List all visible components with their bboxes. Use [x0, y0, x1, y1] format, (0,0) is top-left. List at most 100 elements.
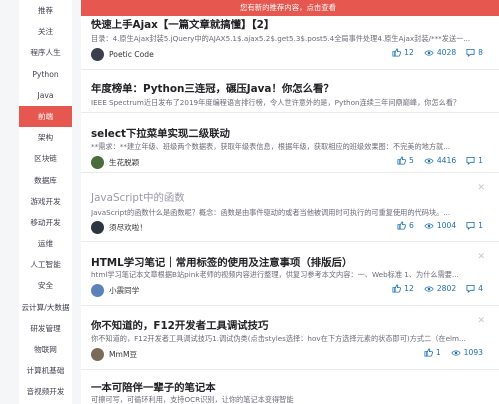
article-stats: 6 1004 1: [387, 221, 483, 230]
like-count[interactable]: 12: [392, 48, 414, 57]
sidebar-item-iot[interactable]: 物联网: [19, 339, 72, 360]
sidebar-item-cs-basics[interactable]: 计算机基础: [19, 360, 72, 381]
comment-count[interactable]: 1: [466, 221, 483, 230]
view-count: 1093: [451, 348, 483, 357]
avatar: [91, 47, 104, 61]
avatar: [91, 283, 104, 297]
sidebar-item-recommend[interactable]: 推荐: [19, 0, 72, 21]
comment-icon: [466, 156, 475, 165]
eye-icon: [451, 349, 461, 356]
comment-count[interactable]: 4: [466, 284, 483, 293]
like-count-value: 1: [435, 348, 441, 357]
article-stats: 12 4028 8: [382, 48, 483, 57]
close-icon[interactable]: ✕: [477, 316, 485, 326]
sidebar-nav: 推荐 关注 程序人生 Python Java 前端 架构 区块链 数据库 游戏开…: [19, 0, 72, 404]
comment-count-value: 1: [478, 156, 483, 165]
view-count-value: 4028: [436, 48, 457, 57]
article-item: 快速上手Ajax【一篇文章就搞懂】【2】 目录：4.原生Ajax封装5.jQue…: [81, 12, 499, 70]
article-author[interactable]: MmM豆: [91, 347, 137, 361]
thumb-up-icon: [424, 348, 433, 357]
like-count[interactable]: 1: [424, 348, 441, 357]
article-title[interactable]: select下拉菜单实现二级联动: [91, 125, 230, 140]
eye-icon: [424, 222, 434, 229]
sidebar-item-cloud-bigdata[interactable]: 云计算/大数据: [19, 297, 72, 318]
sidebar-item-architecture[interactable]: 架构: [19, 127, 72, 148]
article-author[interactable]: Poetic Code: [91, 47, 154, 61]
like-count-value: 6: [408, 221, 414, 230]
like-count-value: 12: [404, 48, 414, 57]
sidebar-item-database[interactable]: 数据库: [19, 170, 72, 191]
sidebar-item-mobile-dev[interactable]: 移动开发: [19, 212, 72, 233]
comment-icon: [466, 48, 475, 57]
article-title[interactable]: HTML学习笔记｜常用标签的使用及注意事项（排版后）: [91, 254, 352, 269]
close-icon[interactable]: ✕: [477, 252, 485, 262]
article-item: ✕ 你不知道的，F12开发者工具调试技巧 你不知道的，F12开发者工具调试技巧1…: [81, 306, 499, 370]
article-summary: 你不知道的，F12开发者工具调试技巧1.调试伪类(点击styles选择：hov在…: [91, 334, 466, 343]
article-summary: html学习笔记本文章根据B站pink老师的视频内容进行整理，供复习参考本文内容…: [91, 270, 459, 279]
avatar: [91, 347, 104, 361]
article-stats: 5 4416 1: [387, 156, 483, 165]
view-count-value: 2802: [436, 284, 457, 293]
view-count-value: 1093: [463, 348, 483, 357]
article-item: ✕ JavaScript中的函数 JavaScript的函数什么是函数呢？概念：…: [81, 173, 499, 242]
author-name: MmM豆: [109, 349, 138, 359]
article-summary: **需求：**建立年级、班级两个数据表，获取年级表信息，根据年级，获取相应的班级…: [91, 142, 451, 151]
article-stats: 1 1093: [414, 348, 483, 357]
comment-count-value: 8: [478, 48, 483, 57]
sidebar-item-programmer-life[interactable]: 程序人生: [19, 42, 72, 63]
view-count-value: 4416: [436, 156, 457, 165]
sidebar-item-av-dev[interactable]: 音视频开发: [19, 381, 72, 402]
article-summary: 目录：4.原生Ajax封装5.jQuery中的AJAX5.1$.ajax5.2$…: [91, 34, 471, 43]
article-author[interactable]: 小震同学: [91, 283, 139, 297]
article-item: 一本可陪伴一辈子的笔记本 可擦可写，可循环利用，支持OCR识别，让你的笔记本变得…: [81, 370, 499, 404]
thumb-up-icon: [392, 48, 402, 57]
article-title[interactable]: 快速上手Ajax【一篇文章就搞懂】【2】: [91, 16, 274, 31]
article-author[interactable]: 生花脱颖: [91, 155, 139, 169]
like-count[interactable]: 6: [397, 221, 414, 230]
avatar: [91, 155, 104, 169]
author-name: 生花脱颖: [109, 157, 140, 167]
like-count-value: 12: [404, 284, 414, 293]
article-item: select下拉菜单实现二级联动 **需求：**建立年级、班级两个数据表，获取年…: [81, 113, 499, 173]
article-summary: IEEE Spectrum近日发布了2019年度编程语言排行榜，令人世许意外的是…: [91, 98, 461, 107]
article-author[interactable]: 须尽欢啦！: [91, 220, 147, 234]
view-count: 4028: [424, 48, 456, 57]
sidebar-item-ai[interactable]: 人工智能: [19, 254, 72, 275]
eye-icon: [424, 49, 434, 56]
article-summary: JavaScript的函数什么是函数呢？概念：函数是由事件驱动的或者当他被调用时…: [91, 208, 451, 217]
sidebar-item-security[interactable]: 安全: [19, 275, 72, 296]
like-count[interactable]: 5: [397, 156, 414, 165]
banner-text: 您有新的推荐内容，点击查看: [239, 3, 337, 12]
eye-icon: [424, 285, 434, 292]
like-count-value: 5: [408, 156, 414, 165]
sidebar-item-python[interactable]: Python: [19, 64, 72, 85]
article-title[interactable]: 年度榜单：Python三连冠，碾压Java！你怎么看？: [91, 80, 334, 95]
sidebar-item-java[interactable]: Java: [19, 85, 72, 106]
sidebar-item-game-dev[interactable]: 游戏开发: [19, 191, 72, 212]
comment-count[interactable]: 8: [466, 48, 483, 57]
avatar: [91, 220, 104, 234]
view-count: 2802: [424, 284, 456, 293]
article-item: ✕ HTML学习笔记｜常用标签的使用及注意事项（排版后） html学习笔记本文章…: [81, 242, 499, 306]
view-count-value: 1004: [436, 221, 457, 230]
close-icon[interactable]: ✕: [477, 183, 485, 193]
author-name: 须尽欢啦！: [109, 222, 147, 232]
view-count: 1004: [424, 221, 456, 230]
article-title[interactable]: 一本可陪伴一辈子的笔记本: [91, 379, 216, 394]
like-count[interactable]: 12: [392, 284, 414, 293]
comment-count[interactable]: 1: [466, 156, 483, 165]
comment-icon: [466, 284, 475, 293]
comment-icon: [466, 221, 475, 230]
sidebar-item-rd-management[interactable]: 研发管理: [19, 318, 72, 339]
sidebar-item-follow[interactable]: 关注: [19, 21, 72, 42]
sidebar-item-blockchain[interactable]: 区块链: [19, 148, 72, 169]
article-title[interactable]: JavaScript中的函数: [91, 189, 185, 204]
eye-icon: [424, 157, 434, 164]
article-title[interactable]: 你不知道的，F12开发者工具调试技巧: [91, 317, 268, 332]
comment-count-value: 1: [478, 221, 483, 230]
thumb-up-icon: [392, 284, 402, 293]
view-count: 4416: [424, 156, 456, 165]
author-name: Poetic Code: [109, 49, 154, 59]
sidebar-item-ops[interactable]: 运维: [19, 233, 72, 254]
sidebar-item-frontend[interactable]: 前端: [19, 105, 72, 128]
